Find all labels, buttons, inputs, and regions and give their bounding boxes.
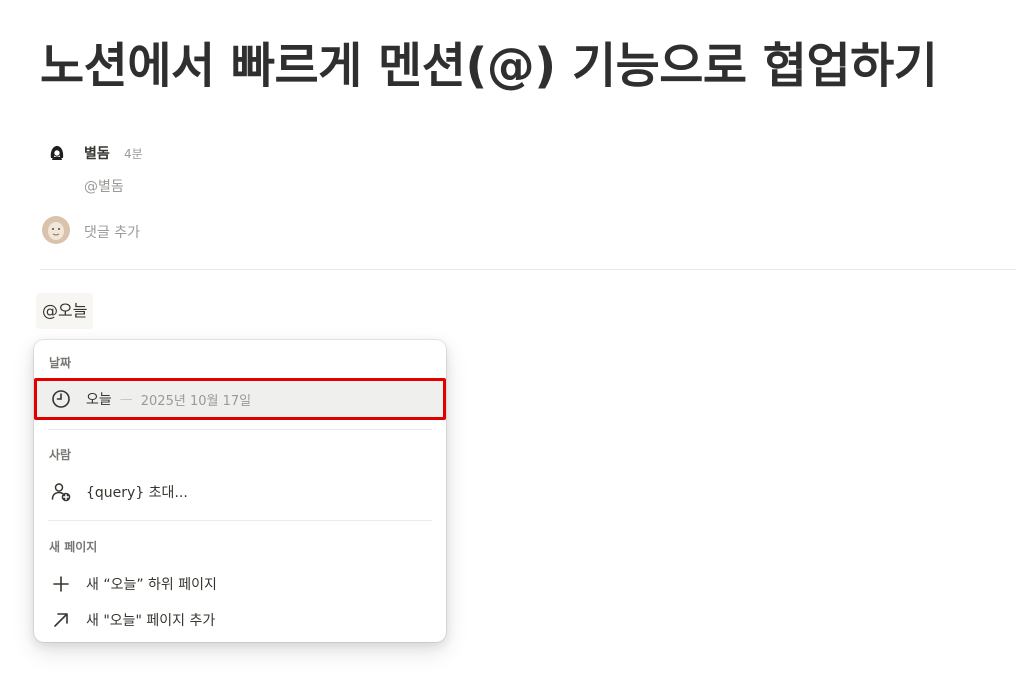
menu-item-add-page-label: 새 "오늘" 페이지 추가 [86, 613, 216, 629]
section-title-date: 날짜 [49, 356, 72, 370]
menu-item-today[interactable]: 오늘 — 2025년 10월 17일 [34, 378, 446, 420]
menu-item-today-label: 오늘 [86, 392, 112, 408]
arrow-up-right-icon [50, 609, 72, 631]
comment-body-mention[interactable]: @별돔 [84, 176, 124, 196]
page-title: 노션에서 빠르게 멘션(@) 기능으로 협업하기 [40, 38, 938, 94]
menu-item-today-date: 2025년 10월 17일 [140, 393, 252, 409]
menu-item-new-subpage-label: 새 “오늘” 하위 페이지 [86, 577, 217, 593]
menu-item-add-page[interactable]: 새 "오늘" 페이지 추가 [38, 603, 442, 637]
current-user-avatar [42, 216, 70, 244]
menu-item-today-dash: — [119, 391, 133, 407]
mention-menu: 날짜 오늘 — 2025년 10월 17일 사람 {query} 초대... 새… [34, 340, 446, 642]
clock-icon [50, 388, 72, 410]
comment-author[interactable]: 별돔 [84, 143, 110, 163]
divider [40, 269, 1016, 270]
mention-query-chip[interactable]: @오늘 [36, 293, 94, 329]
menu-item-invite[interactable]: {query} 초대... [38, 475, 442, 509]
menu-divider [48, 520, 432, 521]
menu-divider [48, 429, 432, 430]
person-add-icon [50, 481, 72, 503]
section-title-people: 사람 [49, 448, 72, 462]
author-avatar[interactable] [47, 142, 67, 162]
menu-item-new-subpage[interactable]: 새 “오늘” 하위 페이지 [38, 567, 442, 601]
section-title-new-page: 새 페이지 [49, 540, 98, 554]
comment-time: 4분 [124, 147, 143, 161]
plus-icon [50, 573, 72, 595]
menu-item-invite-label: {query} 초대... [86, 485, 188, 501]
add-comment-input[interactable]: 댓글 추가 [84, 222, 140, 242]
